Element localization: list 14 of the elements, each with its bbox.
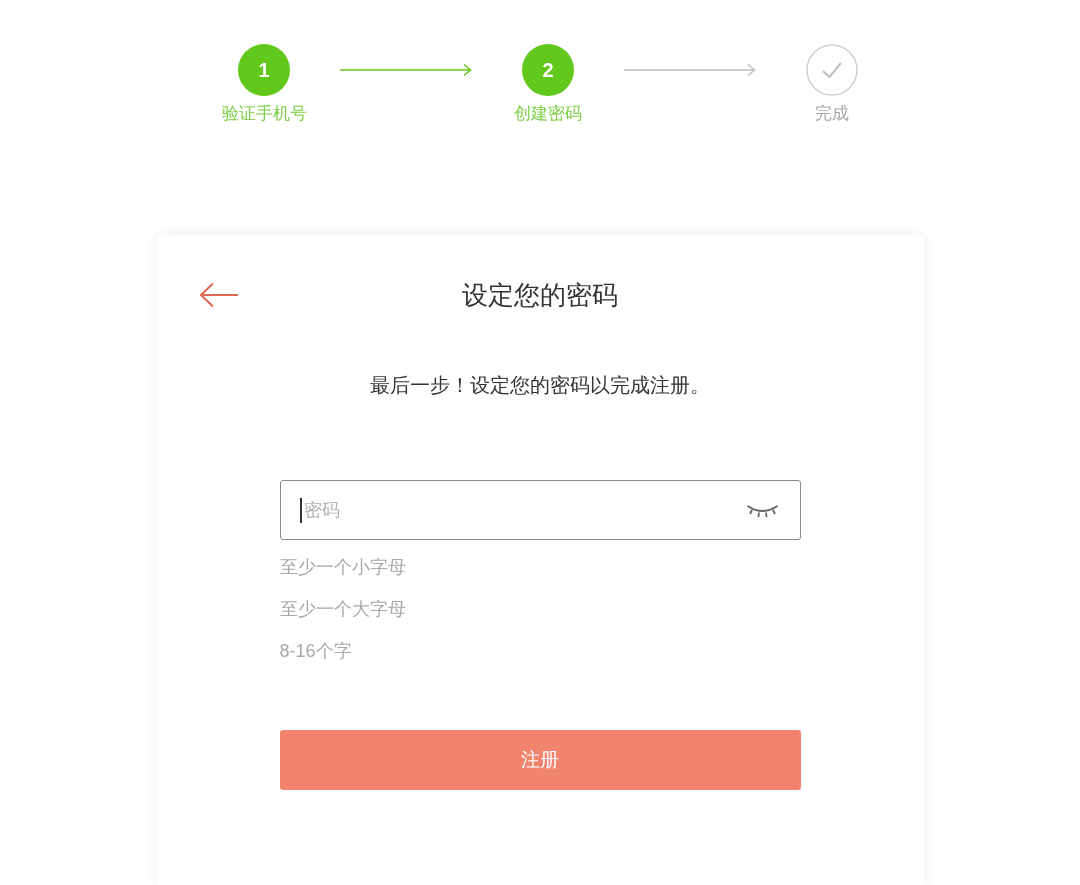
step-label: 完成 — [815, 103, 849, 125]
step-label: 创建密码 — [514, 103, 582, 125]
step-number: 1 — [238, 44, 290, 96]
instruction-text: 最后一步！设定您的密码以完成注册。 — [370, 373, 710, 397]
step-number: 2 — [522, 44, 574, 96]
card-title: 设定您的密码 — [462, 279, 618, 312]
requirement-hint: 至少一个小字母 — [279, 556, 406, 578]
password-field[interactable]: 密码 — [279, 480, 801, 540]
closed-eye-icon[interactable] — [745, 503, 779, 518]
back-arrow-icon[interactable] — [198, 282, 239, 308]
requirement-hint: 至少一个大字母 — [279, 598, 406, 620]
requirement-hint: 8-16个字 — [279, 640, 352, 662]
step-label: 验证手机号 — [221, 103, 307, 125]
register-button[interactable]: 注册 — [279, 730, 801, 790]
